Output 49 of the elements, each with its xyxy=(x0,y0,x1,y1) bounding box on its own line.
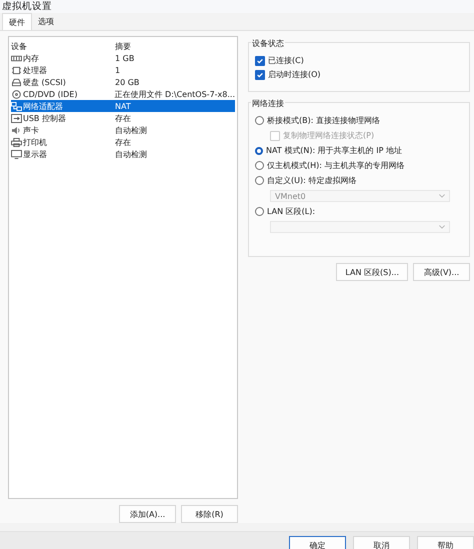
dialog-button[interactable]: 取消 xyxy=(353,536,410,549)
checkbox[interactable] xyxy=(255,70,265,80)
usb-device-icon xyxy=(11,114,22,122)
sound-device-icon xyxy=(11,126,22,134)
dialog-button[interactable]: 高级(V)... xyxy=(413,263,470,281)
radio-button[interactable] xyxy=(255,146,263,154)
device-row[interactable]: 显示器 自动检测 xyxy=(11,148,235,160)
dialog-button[interactable]: LAN 区段(S)... xyxy=(336,263,408,281)
radio-button[interactable] xyxy=(255,161,264,170)
radio-button[interactable] xyxy=(255,207,264,216)
radio-button[interactable] xyxy=(255,176,264,185)
disk-device-icon xyxy=(11,78,22,86)
radio-label: 桥接模式(B): 直接连接物理网络 xyxy=(267,115,380,126)
device-row[interactable]: 打印机 存在 xyxy=(11,136,235,148)
tab[interactable]: 硬件 xyxy=(2,13,32,30)
column-header: 设备 xyxy=(11,40,28,52)
tab[interactable]: 选项 xyxy=(32,13,60,30)
column-header: 摘要 xyxy=(115,40,132,52)
radio-label: 自定义(U): 特定虚拟网络 xyxy=(267,175,356,186)
display-device-icon xyxy=(11,150,22,158)
radio-label: NAT 模式(N): 用于共享主机的 IP 地址 xyxy=(266,145,402,156)
group-title: 设备状态 xyxy=(251,38,285,49)
chevron-icon xyxy=(439,194,445,198)
network-device-icon xyxy=(11,102,22,110)
dialog-button[interactable]: 移除(R) xyxy=(181,505,238,523)
checkbox[interactable] xyxy=(255,56,265,66)
radio-button[interactable] xyxy=(255,116,264,125)
group-title: 网络连接 xyxy=(251,98,285,109)
checkbox-label: 复制物理网络连接状态(P) xyxy=(283,130,374,141)
dialog-button[interactable]: 帮助 xyxy=(417,536,474,549)
device-row[interactable]: 声卡 自动检测 xyxy=(11,124,235,136)
device-row[interactable]: 内存 1 GB xyxy=(11,52,235,64)
window-title: 虚拟机设置 xyxy=(2,0,52,13)
radio-label: 仅主机模式(H): 与主机共享的专用网络 xyxy=(267,160,404,171)
device-row[interactable]: 硬盘 (SCSI) 20 GB xyxy=(11,76,235,88)
dialog-button[interactable]: 确定 xyxy=(289,536,346,549)
cd-device-icon xyxy=(11,90,22,98)
checkbox-label: 已连接(C) xyxy=(268,55,304,66)
radio-label: LAN 区段(L): xyxy=(267,206,316,217)
chevron-icon xyxy=(439,225,445,229)
cpu-device-icon xyxy=(11,66,22,74)
device-row[interactable]: 处理器 1 xyxy=(11,64,235,76)
checkbox-label: 启动时连接(O) xyxy=(268,69,321,80)
device-row[interactable]: CD/DVD (IDE) 正在使用文件 D:\CentOS-7-x8... xyxy=(11,88,235,100)
dialog-button[interactable]: 添加(A)... xyxy=(119,505,176,523)
memory-device-icon xyxy=(11,54,22,62)
device-row[interactable]: 网络适配器 NAT xyxy=(11,100,235,112)
device-row[interactable]: USB 控制器 存在 xyxy=(11,112,235,124)
printer-device-icon xyxy=(11,138,22,146)
